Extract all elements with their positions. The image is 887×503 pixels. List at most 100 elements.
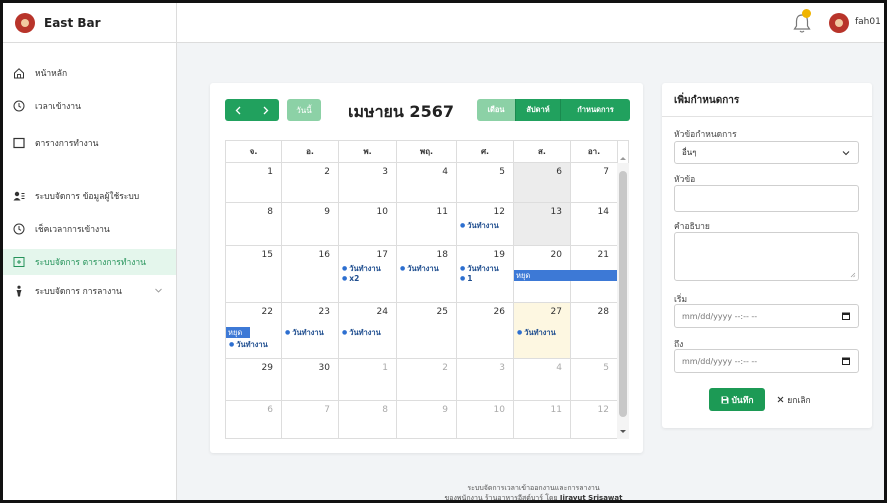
calendar-day-cell[interactable]: 6 <box>514 163 571 203</box>
calendar-day-cell[interactable]: 16 <box>282 246 339 303</box>
footer-author-link[interactable]: Jirayut Srisawat <box>560 494 623 500</box>
calendar-day-cell[interactable]: 13 <box>514 203 571 246</box>
sidebar-item-clock-in[interactable]: เวลาเข้างาน <box>3 93 176 119</box>
view-schedule-button[interactable]: กำหนดการ <box>560 99 630 121</box>
calendar-day-cell[interactable]: 1 <box>226 163 282 203</box>
sidebar-item-leave-management[interactable]: ระบบจัดการ การลางาน <box>3 278 176 304</box>
cancel-button[interactable]: ยกเลิก <box>769 388 819 411</box>
calendar-day-cell[interactable]: 15 <box>226 246 282 303</box>
today-button[interactable]: วันนี้ <box>287 99 321 121</box>
sidebar-item-schedule[interactable]: ตารางการทำงาน <box>3 130 176 156</box>
calendar-day-cell[interactable]: 4 <box>397 163 457 203</box>
sidebar-item-attendance-check[interactable]: เช็คเวลาการเข้างาน <box>3 216 176 242</box>
calendar-day-cell[interactable]: 17วันทำงานx2 <box>339 246 397 303</box>
day-number: 24 <box>376 307 388 317</box>
avatar[interactable] <box>829 13 849 33</box>
chevron-right-icon <box>263 106 269 114</box>
day-number: 15 <box>261 250 273 260</box>
calendar-day-cell[interactable]: 11 <box>514 401 571 438</box>
calendar-day-cell[interactable]: 10 <box>339 203 397 246</box>
calendar-day-cell[interactable]: 6 <box>226 401 282 438</box>
day-of-week-header: อ. <box>282 141 339 163</box>
event-item[interactable]: วันทำงาน <box>517 327 556 339</box>
calendar-day-cell[interactable]: 2 <box>397 359 457 401</box>
description-textarea[interactable] <box>674 232 859 281</box>
calendar-scrollbar-thumb[interactable] <box>619 171 627 417</box>
calendar-day-cell[interactable]: 18 วันทำงาน <box>397 246 457 303</box>
day-number: 1 <box>267 167 273 177</box>
calendar-day-cell[interactable]: 11 <box>397 203 457 246</box>
holiday-event-bar[interactable]: หยุด <box>514 270 618 281</box>
resize-handle-icon[interactable] <box>850 272 856 278</box>
day-number: 8 <box>382 405 388 415</box>
calendar-day-cell[interactable]: 4 <box>514 359 571 401</box>
end-placeholder: mm/dd/yyyy --:-- -- <box>682 356 758 366</box>
end-datetime-input[interactable]: mm/dd/yyyy --:-- -- <box>674 349 859 373</box>
scroll-down-icon[interactable] <box>620 429 626 434</box>
view-week-button[interactable]: สัปดาห์ <box>515 99 560 121</box>
calendar-day-cell[interactable]: 9 <box>282 203 339 246</box>
event-item[interactable]: วันทำงาน <box>229 339 268 351</box>
form-title: เพิ่มกำหนดการ <box>674 95 740 106</box>
logo-icon <box>15 13 35 33</box>
calendar-day-cell[interactable]: 5 <box>571 359 618 401</box>
sidebar-item-label: ตารางการทำงาน <box>35 139 99 149</box>
calendar-day-cell[interactable]: 1 <box>339 359 397 401</box>
view-month-button[interactable]: เดือน <box>477 99 515 121</box>
day-number: 10 <box>493 405 505 415</box>
holiday-event-bar[interactable]: หยุด <box>226 327 250 338</box>
calendar-day-cell[interactable]: 8 <box>339 401 397 438</box>
calendar-day-cell[interactable]: 24 วันทำงาน <box>339 303 397 359</box>
calendar-icon[interactable] <box>842 312 850 320</box>
calendar-day-cell[interactable]: 12 <box>571 401 618 438</box>
next-month-button[interactable] <box>252 99 279 121</box>
calendar-day-cell[interactable]: 10 <box>457 401 514 438</box>
calendar-day-cell[interactable]: 7 <box>571 163 618 203</box>
sidebar-item-schedule-management[interactable]: ระบบจัดการ ตารางการทำงาน <box>3 249 176 275</box>
brand[interactable]: East Bar <box>3 3 177 43</box>
calendar-day-cell[interactable]: 30 <box>282 359 339 401</box>
day-number: 28 <box>597 307 609 317</box>
event-item[interactable]: วันทำงาน <box>285 327 324 339</box>
event-item[interactable]: วันทำงาน <box>460 220 499 232</box>
sidebar-item-label: ระบบจัดการ ข้อมูลผู้ใช้ระบบ <box>35 192 140 202</box>
day-of-week-header: จ. <box>226 141 282 163</box>
calendar-day-cell[interactable]: 29 <box>226 359 282 401</box>
subject-input[interactable] <box>674 185 859 212</box>
save-button-label: บันทึก <box>731 395 754 406</box>
day-of-week-header: ศ. <box>457 141 514 163</box>
start-datetime-input[interactable]: mm/dd/yyyy --:-- -- <box>674 304 859 328</box>
save-button[interactable]: บันทึก <box>709 388 765 411</box>
sidebar-item-home[interactable]: หน้าหลัก <box>3 60 176 86</box>
calendar-day-cell[interactable]: 23 วันทำงาน <box>282 303 339 359</box>
prev-month-button[interactable] <box>225 99 252 121</box>
day-number: 1 <box>382 363 388 373</box>
username[interactable]: fah01 <box>855 17 881 27</box>
calendar-day-cell[interactable]: 28 <box>571 303 618 359</box>
calendar-day-cell[interactable]: 27 วันทำงาน <box>514 303 571 359</box>
day-number: 7 <box>603 167 609 177</box>
calendar-day-cell[interactable]: 19วันทำงาน1 <box>457 246 514 303</box>
event-item[interactable]: วันทำงาน <box>342 327 381 339</box>
sidebar-item-label: เวลาเข้างาน <box>35 102 81 112</box>
event-item[interactable]: x2 <box>342 274 359 283</box>
day-number: 2 <box>324 167 330 177</box>
calendar-day-cell[interactable]: 3 <box>457 359 514 401</box>
event-item[interactable]: 1 <box>460 274 472 283</box>
calendar-day-cell[interactable]: 7 <box>282 401 339 438</box>
topic-select[interactable]: อื่นๆ <box>674 141 859 164</box>
calendar-day-cell[interactable]: 26 <box>457 303 514 359</box>
scroll-up-icon[interactable] <box>620 156 626 161</box>
calendar-day-cell[interactable]: 3 <box>339 163 397 203</box>
calendar-day-cell[interactable]: 25 <box>397 303 457 359</box>
calendar-day-cell[interactable]: 9 <box>397 401 457 438</box>
calendar-day-cell[interactable]: 8 <box>226 203 282 246</box>
subject-label: หัวข้อ <box>674 175 696 185</box>
calendar-day-cell[interactable]: 5 <box>457 163 514 203</box>
event-item[interactable]: วันทำงาน <box>400 263 439 275</box>
calendar-day-cell[interactable]: 12 วันทำงาน <box>457 203 514 246</box>
calendar-day-cell[interactable]: 2 <box>282 163 339 203</box>
calendar-day-cell[interactable]: 14 <box>571 203 618 246</box>
calendar-icon[interactable] <box>842 357 850 365</box>
sidebar-item-user-management[interactable]: ระบบจัดการ ข้อมูลผู้ใช้ระบบ <box>3 183 176 209</box>
